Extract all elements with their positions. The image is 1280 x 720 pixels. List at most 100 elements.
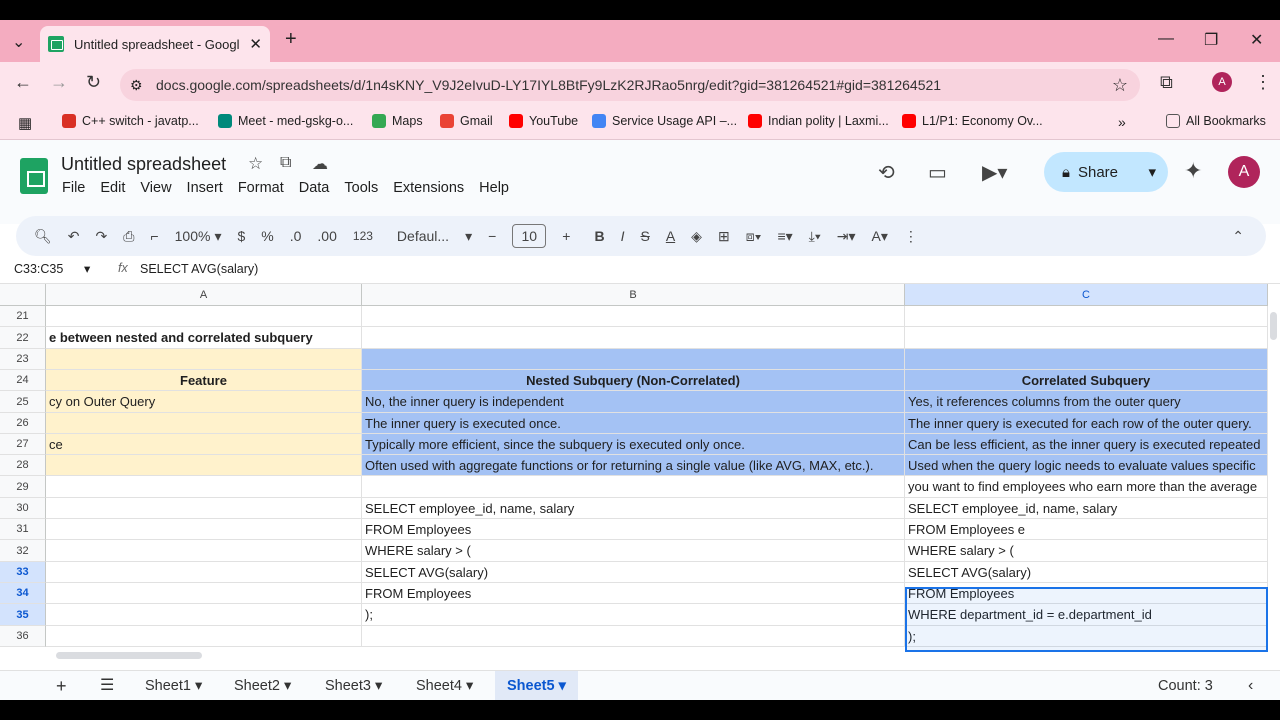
cell-c29[interactable]: you want to find employees who earn more… (905, 476, 1268, 498)
cell-c35[interactable]: WHERE department_id = e.department_id (905, 604, 1268, 626)
sheets-logo-icon[interactable] (20, 158, 48, 194)
menu-tools[interactable]: Tools (344, 180, 378, 196)
collapse-sidepanel-icon[interactable]: ‹ (1236, 671, 1265, 700)
all-bookmarks[interactable]: All Bookmarks (1166, 114, 1266, 128)
version-history-icon[interactable]: ⟲ (878, 160, 895, 185)
document-title[interactable]: Untitled spreadsheet (61, 154, 226, 175)
zoom-select[interactable]: 100% (175, 228, 211, 244)
column-header-b[interactable]: B (362, 284, 905, 306)
selection-count[interactable]: Count: 3 (1146, 671, 1225, 700)
cell-b29[interactable] (362, 476, 905, 498)
row-header-26[interactable]: 26 (0, 413, 46, 434)
bookmark-star-icon[interactable]: ☆ (1112, 75, 1128, 96)
new-tab-icon[interactable]: + (285, 28, 297, 51)
profile-avatar[interactable]: A (1212, 72, 1232, 92)
cell-c32[interactable]: WHERE salary > ( (905, 540, 1268, 562)
cell-c30[interactable]: SELECT employee_id, name, salary (905, 498, 1268, 519)
decrease-decimal[interactable]: .0 (290, 228, 302, 244)
meet-call-icon[interactable]: ▶▾ (982, 160, 1007, 185)
row-header-31[interactable]: 31 (0, 519, 46, 540)
gemini-icon[interactable]: ✦ (1184, 158, 1202, 184)
cell-a33[interactable] (46, 562, 362, 583)
cell-b26[interactable]: The inner query is executed once. (362, 413, 905, 434)
cell-c23[interactable] (905, 349, 1268, 370)
cell-b21[interactable] (362, 306, 905, 327)
cell-a24[interactable]: Feature (46, 370, 362, 391)
more-bookmarks-icon[interactable]: » (1118, 114, 1126, 130)
increase-decimal[interactable]: .00 (317, 228, 336, 244)
cell-a28[interactable] (46, 455, 362, 476)
cell-a32[interactable] (46, 540, 362, 562)
cell-c21[interactable] (905, 306, 1268, 327)
horizontal-align-icon[interactable]: ≡▾ (777, 228, 792, 245)
merge-cells-icon[interactable]: ⧈▾ (746, 228, 762, 245)
collapse-menus-icon[interactable]: ⌃ (1232, 228, 1244, 245)
cell-c26[interactable]: The inner query is executed for each row… (905, 413, 1268, 434)
all-sheets-icon[interactable]: ☰ (88, 671, 126, 700)
sheet-tab[interactable]: Sheet2 ▾ (222, 671, 303, 700)
cell-c28[interactable]: Used when the query logic needs to evalu… (905, 455, 1268, 476)
number-format[interactable]: 123 (353, 229, 373, 243)
text-wrapping-icon[interactable]: ⇥▾ (837, 228, 856, 245)
select-all-corner[interactable] (0, 284, 46, 306)
bookmark-item[interactable]: YouTube (509, 114, 578, 128)
cell-a34[interactable] (46, 583, 362, 604)
menu-extensions[interactable]: Extensions (393, 180, 464, 196)
paint-format-icon[interactable]: ⌐ (150, 228, 158, 244)
restore-icon[interactable]: ❐ (1204, 30, 1218, 50)
cell-b33[interactable]: SELECT AVG(salary) (362, 562, 905, 583)
cell-c33[interactable]: SELECT AVG(salary) (905, 562, 1268, 583)
cell-a30[interactable] (46, 498, 362, 519)
column-header-a[interactable]: A (46, 284, 362, 306)
bold-icon[interactable]: B (594, 228, 604, 244)
cell-b30[interactable]: SELECT employee_id, name, salary (362, 498, 905, 519)
row-header-23[interactable]: 23 (0, 349, 46, 370)
bookmark-item[interactable]: Maps (372, 114, 423, 128)
bookmark-item[interactable]: Gmail (440, 114, 493, 128)
column-header-c[interactable]: C (905, 284, 1268, 306)
cell-c31[interactable]: FROM Employees e (905, 519, 1268, 540)
cell-c25[interactable]: Yes, it references columns from the oute… (905, 391, 1268, 413)
browser-tab[interactable]: Untitled spreadsheet - Google Sheets ✕ (40, 26, 270, 62)
minimize-icon[interactable]: — (1158, 30, 1174, 48)
bookmark-item[interactable]: Indian polity | Laxmi... (748, 114, 889, 128)
row-header-36[interactable]: 36 (0, 626, 46, 647)
cell-a21[interactable] (46, 306, 362, 327)
italic-icon[interactable]: I (621, 228, 625, 244)
formula-input[interactable]: SELECT AVG(salary) (140, 262, 258, 276)
row-header-21[interactable]: 21 (0, 306, 46, 327)
cell-c36[interactable]: ); (905, 626, 1268, 647)
percent-format[interactable]: % (261, 228, 273, 244)
row-header-29[interactable]: 29 (0, 476, 46, 498)
move-folder-icon[interactable]: ⧉ (280, 154, 291, 172)
chevron-down-icon[interactable]: ▾ (465, 228, 472, 245)
cell-a36[interactable] (46, 626, 362, 647)
menu-data[interactable]: Data (299, 180, 330, 196)
cell-a27[interactable]: ce (46, 434, 362, 455)
cell-a35[interactable] (46, 604, 362, 626)
chevron-down-icon[interactable]: ▾ (84, 261, 90, 276)
cell-a31[interactable] (46, 519, 362, 540)
undo-icon[interactable]: ↶ (68, 228, 80, 245)
row-header-22[interactable]: 22 (0, 327, 46, 349)
currency-format[interactable]: $ (237, 228, 245, 244)
sheet-tab[interactable]: Sheet1 ▾ (133, 671, 214, 700)
cloud-saved-icon[interactable]: ☁ (312, 154, 328, 174)
cell-b23[interactable] (362, 349, 905, 370)
account-avatar[interactable]: A (1228, 156, 1260, 188)
sheet-tab-active[interactable]: Sheet5 ▾ (495, 671, 578, 700)
row-header-33[interactable]: 33 (0, 562, 46, 583)
menu-help[interactable]: Help (479, 180, 509, 196)
print-icon[interactable]: ⎙ (123, 228, 134, 245)
cell-a23[interactable] (46, 349, 362, 370)
cell-b27[interactable]: Typically more efficient, since the subq… (362, 434, 905, 455)
more-options-icon[interactable]: ⋮ (904, 228, 918, 245)
fill-color-icon[interactable]: ◈ (691, 228, 702, 245)
menu-view[interactable]: View (140, 180, 171, 196)
cell-a22[interactable]: e between nested and correlated subquery (46, 327, 362, 349)
bookmark-item[interactable]: C++ switch - javatp... (62, 114, 199, 128)
cell-b34[interactable]: FROM Employees (362, 583, 905, 604)
menu-edit[interactable]: Edit (100, 180, 125, 196)
cell-b32[interactable]: WHERE salary > ( (362, 540, 905, 562)
row-header-34[interactable]: 34 (0, 583, 46, 604)
